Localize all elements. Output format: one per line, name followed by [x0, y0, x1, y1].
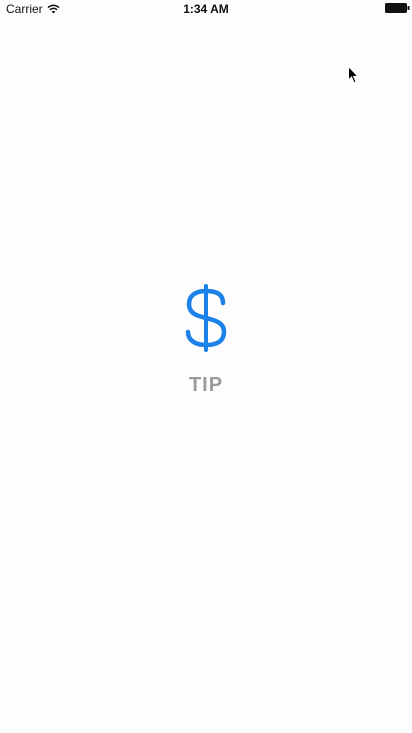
mouse-cursor-icon	[348, 66, 359, 84]
dollar-sign-icon	[185, 284, 227, 352]
status-bar: Carrier 1:34 AM	[0, 0, 412, 18]
splash-content: TIP	[0, 282, 412, 397]
app-title-label: TIP	[188, 374, 224, 396]
app-screen: Carrier 1:34 AM TIP	[0, 0, 412, 733]
battery-full-icon	[385, 3, 410, 13]
status-time: 1:34 AM	[183, 2, 229, 16]
